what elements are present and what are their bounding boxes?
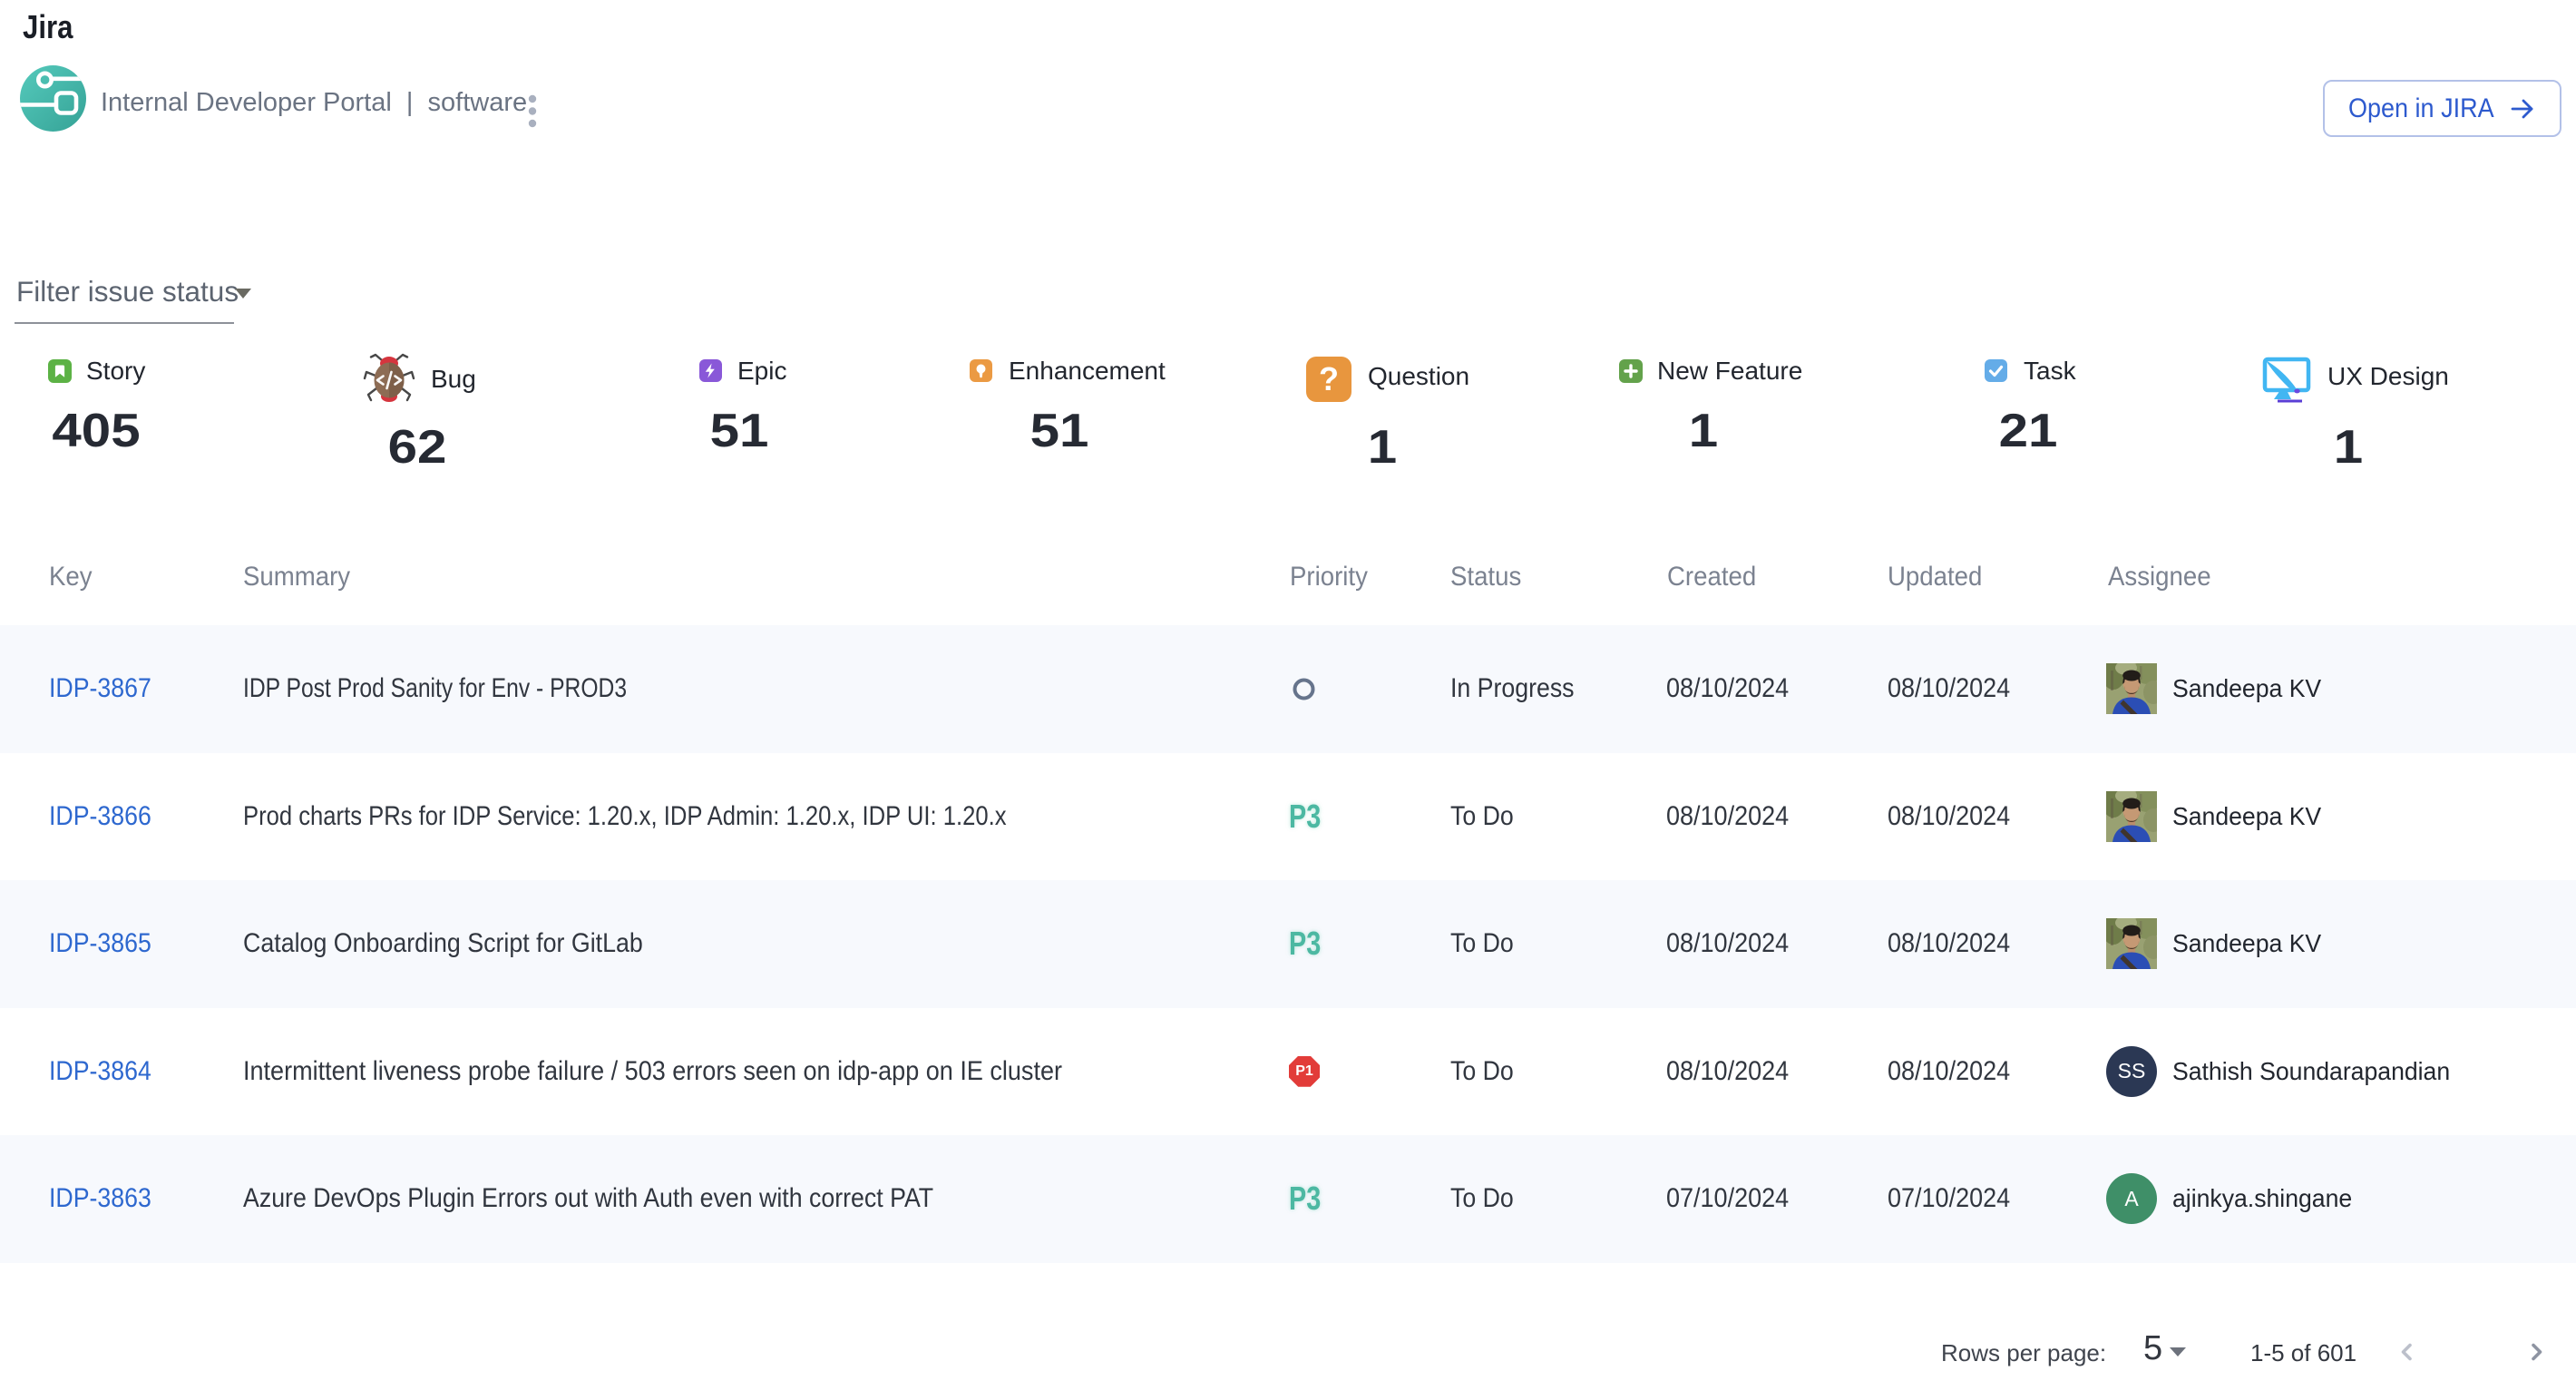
svg-text:?: ? bbox=[1319, 360, 1339, 397]
